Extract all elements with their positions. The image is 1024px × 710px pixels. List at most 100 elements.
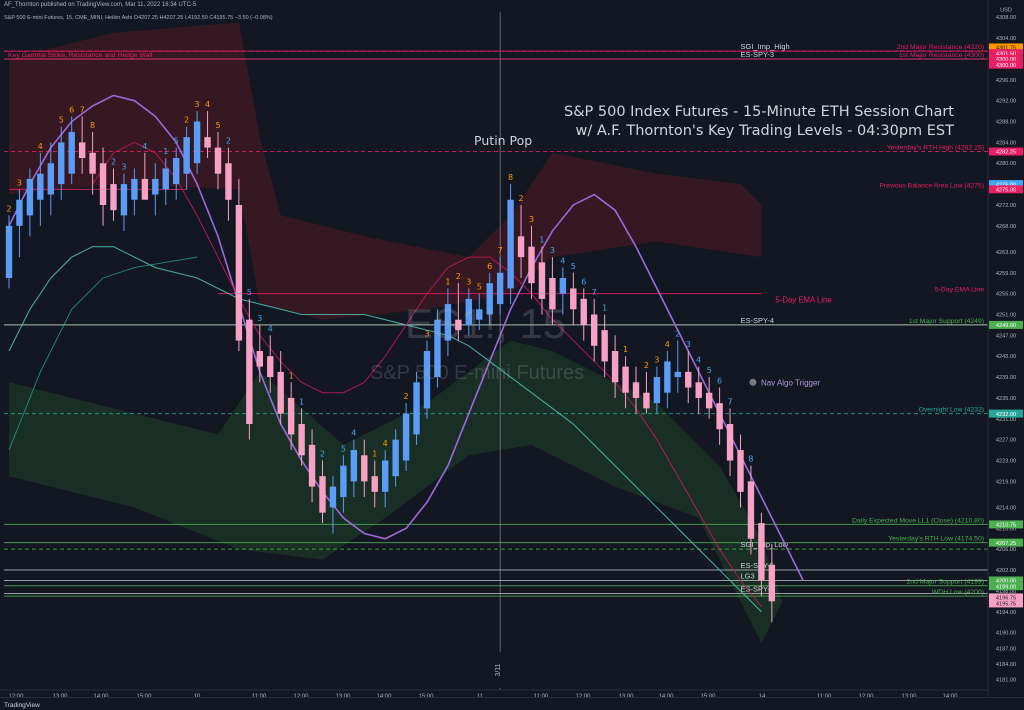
sequence-marker: 7 (592, 288, 597, 297)
sequence-marker: 3 (257, 314, 262, 323)
sequence-marker: 5 (571, 262, 576, 271)
candle-body (235, 204, 243, 341)
y-tick-label: 4308.00 (996, 15, 1016, 21)
candle (580, 288, 587, 341)
candle-body (298, 424, 305, 456)
candle-body (653, 377, 661, 404)
sequence-marker: 4 (351, 429, 356, 438)
candle-body (47, 163, 54, 195)
candle-body (528, 246, 535, 284)
sequence-marker: 6 (487, 262, 492, 271)
y-tick-label: 4304.00 (996, 36, 1016, 42)
sequence-marker: 3 (195, 100, 200, 109)
candle-body (402, 413, 410, 461)
y-tick-label: 4296.00 (996, 78, 1016, 84)
sequence-marker: 1 (623, 345, 628, 354)
candle-body (591, 314, 598, 346)
level-label: Previous Balance Area Low (4275) (879, 182, 984, 189)
sequence-marker: 3 (17, 178, 22, 187)
candle-body (538, 262, 546, 299)
y-tick-label: 4194.00 (996, 610, 1016, 616)
price-tag-label: 4232.00 (996, 412, 1016, 418)
sequence-marker: 8 (508, 173, 513, 182)
candle (664, 351, 671, 409)
sequence-marker: 5 (341, 444, 346, 453)
candle-body (674, 371, 681, 378)
sequence-marker: 3 (529, 215, 534, 224)
y-tick-label: 4184.00 (996, 662, 1016, 668)
candle (695, 366, 702, 414)
candle-body (737, 450, 744, 492)
sequence-marker: 3 (686, 340, 691, 349)
y-tick-label: 4251.00 (996, 312, 1016, 318)
candle-body (632, 382, 640, 398)
y-tick-label: 4239.00 (996, 375, 1016, 381)
sequence-marker: 1 (445, 277, 450, 286)
sequence-marker: 4 (38, 142, 43, 151)
watermark-name: S&P 500 E-mini Futures (370, 362, 585, 384)
candle-body (319, 476, 326, 513)
sequence-marker: 5 (247, 288, 252, 297)
sequence-marker: 2 (320, 450, 325, 459)
candle-body (26, 178, 34, 216)
y-tick-label: 4288.00 (996, 120, 1016, 126)
nav-algo-label: Nav Algo Trigger (761, 378, 820, 387)
sequence-marker: 1 (602, 303, 607, 312)
sequence-marker: 5 (174, 137, 179, 146)
y-tick-label: 4263.00 (996, 250, 1016, 256)
candle-body (685, 371, 692, 388)
sequence-marker: 7 (498, 246, 503, 255)
level-label: ES-SPY-3 (741, 50, 775, 59)
candle-body (68, 131, 75, 174)
level-label: Yesterday's RTH Low (4174.50) (888, 536, 984, 543)
sequence-marker: 6 (69, 105, 74, 114)
sequence-marker: 2 (644, 361, 649, 370)
candle-body (559, 277, 567, 294)
candle-body (350, 450, 358, 482)
y-tick-label: 4187.00 (996, 646, 1016, 652)
putin-pop-label: Putin Pop (474, 133, 532, 148)
sequence-marker: 6 (581, 277, 586, 286)
sequence-marker: 2 (456, 272, 461, 281)
candle-body (705, 392, 713, 409)
sequence-marker: 1 (299, 397, 304, 406)
level-label: 2nd Major Support (4199) (907, 579, 984, 586)
y-tick-label: 4181.00 (996, 678, 1016, 684)
candle-body (173, 158, 180, 185)
sequence-marker: 2 (404, 392, 409, 401)
candle-body (267, 356, 274, 378)
sequence-marker: 4 (142, 142, 147, 151)
sequence-marker: 4 (268, 324, 273, 333)
sequence-marker: 4 (383, 439, 388, 448)
candle-body (204, 137, 211, 148)
candle-body (507, 199, 514, 289)
candle-body (768, 564, 776, 602)
chart-title-line1: S&P 500 Index Futures - 15-Minute ETH Se… (564, 104, 954, 120)
sequence-marker: 4 (665, 340, 670, 349)
y-tick-label: 4202.00 (996, 568, 1016, 574)
candle (643, 371, 650, 414)
sequence-marker: 3 (550, 246, 555, 255)
candle (716, 387, 723, 445)
sequence-marker: 5 (707, 366, 712, 375)
candle (685, 351, 692, 404)
sequence-marker: 7 (728, 397, 733, 406)
y-tick-label: 4259.00 (996, 271, 1016, 277)
level-label: ES-SPY-4 (741, 316, 775, 325)
nav-algo-dot (749, 378, 757, 386)
session-marker: 3/11 (495, 663, 502, 676)
candle-body (120, 184, 128, 216)
price-tag-label: 4207.25 (996, 541, 1016, 547)
footer-bar: TradingView (0, 697, 1024, 710)
sequence-marker: 2 (226, 137, 231, 146)
candle-body (193, 121, 201, 164)
level-label: WDH Low (4200) (932, 589, 984, 596)
candle-body (16, 199, 23, 226)
candle-body (413, 382, 420, 435)
level-label: 1st Major Resistance (4300) (899, 52, 984, 59)
candle-body (183, 137, 190, 174)
candle-body (340, 465, 347, 498)
candle (674, 340, 681, 393)
price-tag-label: 4199.00 (996, 584, 1016, 590)
candle-body (246, 319, 253, 425)
